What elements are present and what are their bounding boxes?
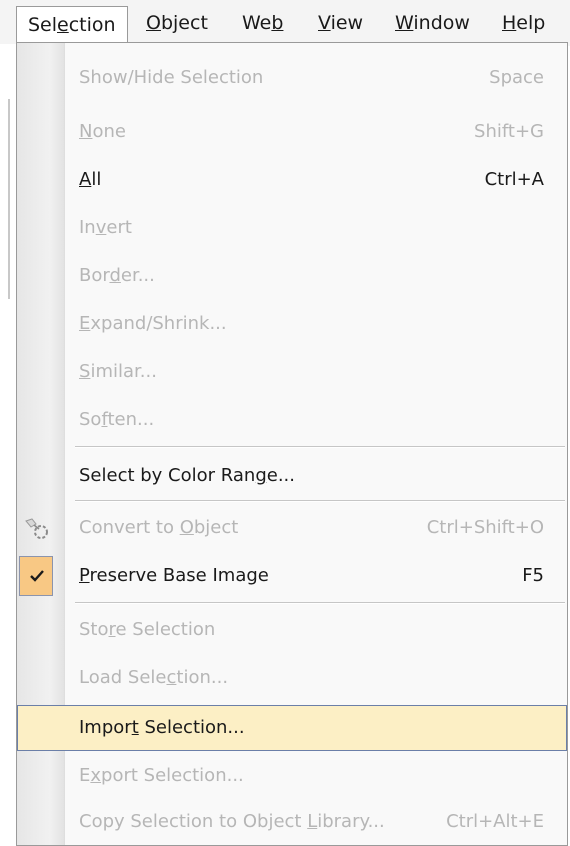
menu-item-label: Similar... xyxy=(79,361,157,382)
menu-window[interactable]: Window xyxy=(395,8,470,38)
selection-dropdown-menu: Show/Hide Selection Space None Shift+G A… xyxy=(16,42,568,846)
menu-item-none[interactable]: None Shift+G xyxy=(17,109,567,155)
menu-item-store-selection[interactable]: Store Selection xyxy=(17,607,567,653)
menu-item-show-hide-selection[interactable]: Show/Hide Selection Space xyxy=(17,55,567,101)
menu-item-copy-selection-to-object-library[interactable]: Copy Selection to Object Library... Ctrl… xyxy=(17,799,567,845)
menu-item-shortcut: Ctrl+A xyxy=(484,169,544,190)
menu-item-label: Border... xyxy=(79,265,155,286)
menu-item-label: Select by Color Range... xyxy=(79,465,296,486)
menu-item-border[interactable]: Border... xyxy=(17,253,567,299)
menu-item-label: Convert to Object xyxy=(79,517,239,538)
menu-selection[interactable]: Selection xyxy=(16,6,128,42)
menu-item-label: Load Selection... xyxy=(79,667,229,688)
menu-help[interactable]: Help xyxy=(502,8,545,38)
menu-item-select-by-color-range[interactable]: Select by Color Range... xyxy=(17,453,567,499)
menu-object[interactable]: Object xyxy=(146,8,208,38)
menu-item-all[interactable]: All Ctrl+A xyxy=(17,157,567,203)
menu-item-expand-shrink[interactable]: Expand/Shrink... xyxy=(17,301,567,347)
menu-item-preserve-base-image[interactable]: Preserve Base Image F5 xyxy=(17,553,567,599)
menu-item-label: Soften... xyxy=(79,409,155,430)
menu-separator xyxy=(75,500,565,502)
menu-item-shortcut: Ctrl+Alt+E xyxy=(446,811,544,832)
menu-item-shortcut: F5 xyxy=(522,565,544,586)
menu-item-export-selection[interactable]: Export Selection... xyxy=(17,753,567,799)
menu-item-shortcut: Space xyxy=(489,67,544,88)
menu-item-convert-to-object[interactable]: Convert to Object Ctrl+Shift+O xyxy=(17,505,567,551)
menu-web[interactable]: Web xyxy=(242,8,283,38)
menu-item-load-selection[interactable]: Load Selection... xyxy=(17,655,567,701)
menu-item-label: Export Selection... xyxy=(79,765,244,786)
menu-item-label: Show/Hide Selection xyxy=(79,67,264,88)
menu-item-shortcut: Ctrl+Shift+O xyxy=(426,517,544,538)
menu-separator xyxy=(75,602,565,604)
menu-item-shortcut: Shift+G xyxy=(474,121,544,142)
menu-item-import-selection[interactable]: Import Selection... xyxy=(17,705,567,751)
menu-item-label: Copy Selection to Object Library... xyxy=(79,811,385,832)
menu-item-similar[interactable]: Similar... xyxy=(17,349,567,395)
menu-view[interactable]: View xyxy=(318,8,363,38)
menu-item-label: Import Selection... xyxy=(79,717,245,738)
menu-item-label: All xyxy=(79,169,102,190)
window-frame-line xyxy=(8,99,10,299)
convert-to-object-icon xyxy=(23,516,53,546)
menu-item-label: Expand/Shrink... xyxy=(79,313,227,334)
menu-separator xyxy=(75,446,565,448)
menu-item-soften[interactable]: Soften... xyxy=(17,397,567,443)
window-left-edge xyxy=(0,44,16,846)
menu-item-label: Preserve Base Image xyxy=(79,565,269,586)
menu-item-label: None xyxy=(79,121,126,142)
menu-item-invert[interactable]: Invert xyxy=(17,205,567,251)
menu-item-label: Invert xyxy=(79,217,132,238)
checkmark-icon xyxy=(19,556,53,596)
menu-item-label: Store Selection xyxy=(79,619,216,640)
